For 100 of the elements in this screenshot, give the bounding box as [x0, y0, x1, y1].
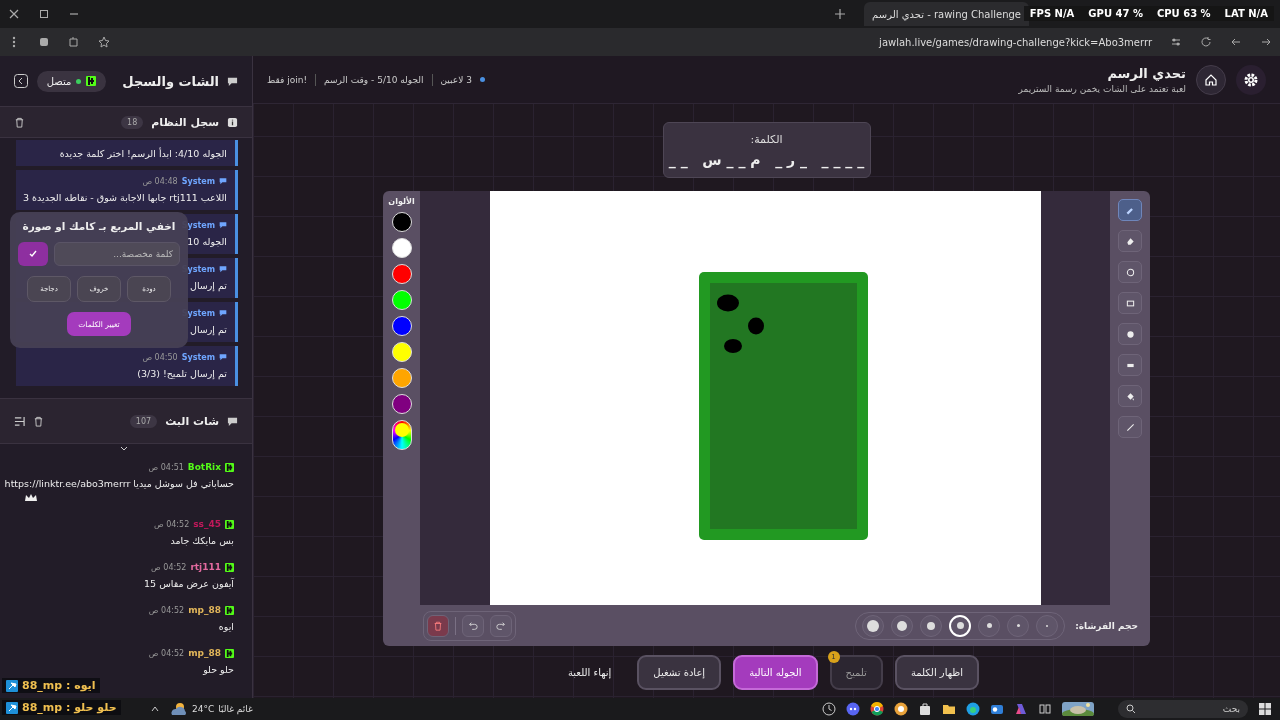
browser-app-icon[interactable] — [894, 702, 908, 716]
game-action-button[interactable]: إعادة تشغيل — [637, 655, 722, 690]
align-icon[interactable] — [14, 415, 25, 427]
clock-app-icon[interactable] — [822, 702, 836, 716]
popup-title: اخفي المربع بـ كامك او صورة — [22, 220, 176, 232]
settings-button[interactable] — [1236, 64, 1266, 95]
chat-message: ايوه — [218, 621, 234, 632]
pen-tool[interactable] — [1118, 199, 1142, 221]
weather-temperature: 24°C — [192, 704, 215, 714]
close-icon[interactable] — [8, 8, 20, 20]
colors-label: الألوان — [388, 197, 415, 206]
log-message: تم إرسال تلميح! (3/3) — [137, 367, 227, 381]
fill-tool[interactable] — [1118, 385, 1142, 407]
chat-message: حساباتي فل سوشل ميديا https://linktr.ee/abo3merrr — [4, 478, 234, 489]
redo-button[interactable] — [490, 614, 512, 637]
drawing-canvas[interactable] — [489, 191, 1041, 605]
chat-username: BotRix — [187, 462, 221, 472]
search-field[interactable]: بحث — [1118, 700, 1248, 718]
eraser-tool[interactable] — [1118, 230, 1142, 252]
chat-icon — [227, 75, 238, 87]
brush-size-option[interactable] — [920, 614, 943, 637]
filled-rect-tool[interactable] — [1118, 354, 1142, 376]
store-app-icon[interactable] — [918, 702, 932, 716]
message-time: 04:48 ص — [142, 176, 178, 186]
address-bar[interactable]: jawlah.live/games/drawing-challenge?kick=Abo3merrr — [879, 36, 1152, 48]
color-swatch[interactable] — [391, 212, 412, 232]
home-button[interactable] — [1196, 64, 1226, 95]
info-icon — [227, 116, 238, 128]
trash-icon — [433, 620, 443, 631]
filled-circle-tool[interactable] — [1118, 323, 1142, 345]
message-count: 18 — [121, 115, 144, 129]
brush-size-option[interactable] — [891, 614, 914, 637]
brush-size-option[interactable] — [862, 614, 885, 637]
message-time: 04:52 ص — [151, 562, 187, 572]
assistant-app-icon[interactable] — [1014, 702, 1028, 716]
chat-caption: 88_mp : حلو حلو — [22, 701, 117, 714]
back-arrow-icon[interactable] — [1230, 36, 1242, 48]
color-swatch[interactable] — [391, 238, 412, 258]
brush-size-option[interactable] — [978, 614, 1001, 637]
color-swatch[interactable] — [391, 368, 412, 388]
game-action-button[interactable]: اظهار الكلمة — [894, 655, 980, 690]
trash-icon[interactable] — [33, 415, 44, 427]
chat-username: rtj111 — [190, 562, 221, 572]
color-swatch[interactable] — [391, 264, 412, 284]
logo-icon — [86, 76, 97, 86]
home-icon — [1204, 72, 1218, 87]
game-info: الجوله 5/10 - وقت الرسم — [324, 74, 424, 85]
star-icon[interactable] — [98, 36, 110, 48]
log-message: تم إرسال — [190, 323, 227, 337]
browser-tab[interactable]: rawing Challenge - تحدي الرسم — [864, 2, 1029, 26]
game-action-button[interactable]: الجوله التالية — [733, 655, 818, 690]
caret-icon[interactable] — [120, 446, 128, 452]
player-dot-icon — [479, 77, 485, 82]
browser-app-icon[interactable] — [870, 702, 884, 716]
section-title: شات البث — [165, 414, 219, 428]
chat-message: آيفون عرض مقاس 15 — [144, 578, 234, 589]
browser-app-icon[interactable] — [966, 702, 980, 716]
custom-word-field[interactable]: كلمة مخصصة... — [54, 242, 180, 266]
chat-username: mp_88 — [188, 648, 221, 658]
message-time: 04:51 ص — [148, 462, 184, 472]
color-swatch[interactable] — [391, 316, 412, 336]
chat-app-icon[interactable] — [846, 702, 860, 716]
tune-icon[interactable] — [1170, 36, 1182, 48]
word-pattern: _ _ _ _ _ ر _ م _ _ س _ _ — [668, 151, 865, 168]
logo-icon — [225, 462, 234, 472]
collapse-panel-icon[interactable] — [12, 73, 29, 89]
settings-icon — [1243, 71, 1259, 88]
game-subtitle: لعبة تعتمد على الشات يخمن رسمة الستريمر — [1018, 83, 1186, 94]
clear-canvas-button[interactable] — [427, 614, 449, 637]
stat-reading: LAT N/A — [1224, 8, 1268, 19]
line-icon — [1124, 421, 1136, 433]
chevron-up-icon[interactable] — [150, 704, 160, 714]
windows-logo-icon[interactable] — [1258, 702, 1272, 716]
logo-icon — [225, 648, 234, 658]
reload-icon[interactable] — [1200, 36, 1212, 48]
restore-icon[interactable] — [38, 8, 50, 20]
custom-color-picker[interactable] — [391, 420, 412, 450]
chat-caption: 88_mp : ايوه — [22, 679, 96, 692]
circle-tool[interactable] — [1118, 261, 1142, 283]
forward-arrow-icon[interactable] — [1260, 36, 1272, 48]
mail-app-icon[interactable] — [990, 702, 1004, 716]
color-swatch[interactable] — [391, 342, 412, 362]
cloud-icon — [170, 702, 188, 716]
new-tab-icon[interactable] — [834, 8, 847, 20]
undo-button[interactable] — [462, 614, 484, 637]
eraser-icon — [1124, 235, 1136, 247]
color-swatch[interactable] — [391, 394, 412, 414]
log-message: الجوله 4/10: ابدأ الرسم! اختر كلمة جديدة — [59, 146, 227, 161]
word-label: الكلمة: — [750, 132, 783, 146]
stat-reading: FPS N/A — [1029, 8, 1075, 19]
game-action-button[interactable]: إنهاء اللعبة — [553, 655, 626, 690]
square-tool[interactable] — [1118, 292, 1142, 314]
confirm-button[interactable] — [18, 242, 48, 266]
color-swatch[interactable] — [391, 290, 412, 310]
status-label: متصل — [46, 75, 72, 87]
task-view-icon[interactable] — [1038, 702, 1052, 716]
folder-app-icon[interactable] — [942, 702, 956, 716]
chat-message: حلو حلو — [203, 664, 234, 675]
game-title: تحدي الرسم — [1107, 65, 1186, 81]
trash-icon[interactable] — [14, 116, 25, 128]
